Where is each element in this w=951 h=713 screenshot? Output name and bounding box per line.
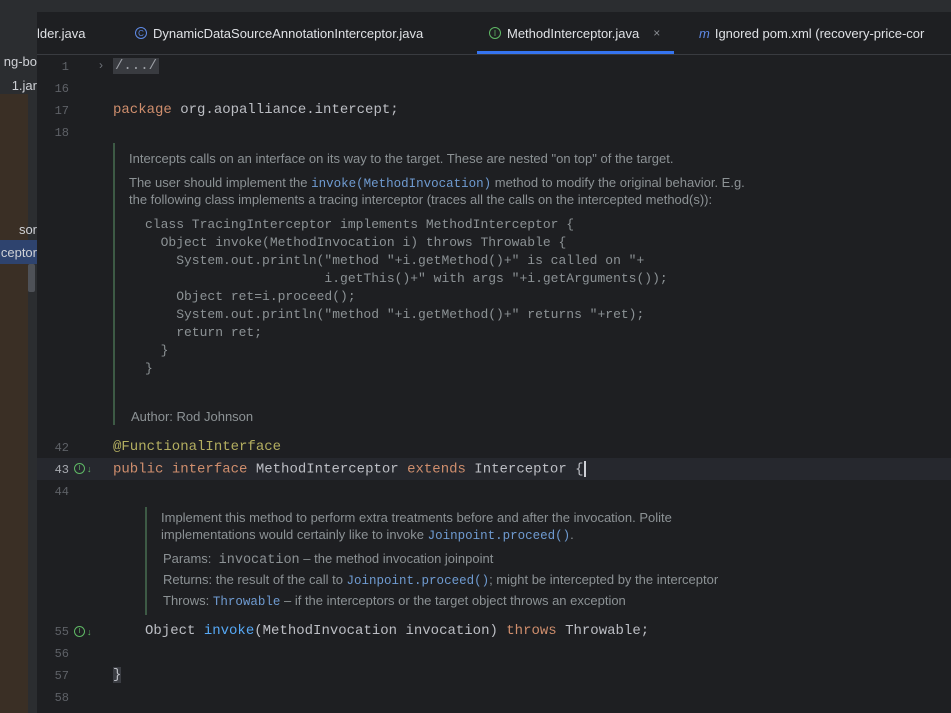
line-number: 1 [61,60,69,74]
doc-params: Params: invocation – the method invocati… [163,551,493,568]
method-params: (MethodInvocation invocation) [254,623,507,639]
interface-icon: I [489,27,501,39]
return-type: Object [145,623,204,639]
tab-label: MethodInterceptor.java [507,25,640,41]
throws-text: – if the interceptors or the target obje… [280,593,626,608]
doc-link[interactable]: Joinpoint.proceed() [347,574,490,588]
annotation-line: @FunctionalInterface [113,439,281,455]
close-brace: } [113,667,122,683]
code-editor[interactable]: /.../ package org.aopalliance.intercept;… [111,55,951,713]
interface-name: MethodInterceptor [247,461,408,478]
tab-dynamic-datasource[interactable]: C DynamicDataSourceAnnotationInterceptor… [135,12,423,54]
interface-declaration: public interface MethodInterceptor exten… [113,461,586,478]
doc-text-part: The user should implement the [129,175,312,190]
implemented-icon[interactable]: I [74,463,85,474]
line-number: 42 [54,441,69,455]
doc-throws: Throws: Throwable – if the interceptors … [163,593,626,609]
line-number: 56 [54,647,69,661]
fold-expand-icon[interactable]: › [99,58,103,72]
tree-item-module[interactable]: ng-bo [4,54,37,69]
throws-keyword: throws [506,623,557,639]
tab-method-interceptor[interactable]: I MethodInterceptor.java × [477,12,675,54]
functional-interface-annotation: @FunctionalInterface [113,439,282,455]
open-brace: { [575,461,584,478]
down-arrow-icon: ↓ [87,627,92,637]
doc-code-example: class TracingInterceptor implements Meth… [145,217,668,376]
maven-icon: m [699,25,710,41]
excluded-folder-highlight [0,94,28,713]
line-number: 58 [54,691,69,705]
doc-text: implementations would certainly like to … [161,527,574,543]
close-icon[interactable]: × [653,26,660,40]
line-number: 17 [54,104,69,118]
text-caret [583,461,586,477]
tree-item-sor[interactable]: sor [19,222,37,237]
folded-imports[interactable]: /.../ [113,58,160,74]
line-number: 18 [54,126,69,140]
editor-tab-bar: lder.java C DynamicDataSourceAnnotationI… [37,12,951,55]
line-number: 57 [54,669,69,683]
returns-label: Returns: [163,572,213,587]
package-line: package org.aopalliance.intercept; [113,102,399,118]
tab-builder[interactable]: lder.java [37,12,85,54]
class-icon: C [135,27,147,39]
tree-item-jar[interactable]: 1.jar [12,78,37,93]
doc-link[interactable]: Throwable [213,595,281,609]
doc-link[interactable]: Joinpoint.proceed() [428,529,571,543]
line-number: 16 [54,82,69,96]
returns-text: ; might be intercepted by the intercepto… [489,572,719,587]
doc-text-part: implementations would certainly like to … [161,527,428,542]
doc-text: Intercepts calls on an interface on its … [129,151,674,166]
line-number: 55 [54,625,69,639]
tab-label: Ignored pom.xml (recovery-price-cor [714,25,925,41]
class-javadoc: Intercepts calls on an interface on its … [113,143,815,425]
doc-text-part: method to modify the original behavior. … [491,175,745,190]
returns-text: the result of the call to [212,572,347,587]
public-keyword: public [113,461,164,478]
implemented-icon[interactable]: I [74,626,85,637]
method-javadoc: Implement this method to perform extra t… [145,507,837,615]
method-name[interactable]: invoke [204,623,254,639]
param-description: – the method invocation joinpoint [299,551,494,566]
tab-label: DynamicDataSourceAnnotationInterceptor.j… [153,25,424,41]
interface-keyword: interface [171,461,248,478]
line-number-gutter[interactable]: 1 › 16 17 18 42 43 I ↓ 44 55 I ↓ 56 57 5… [37,55,111,713]
closing-brace-line: } [113,667,122,683]
doc-text: Implement this method to perform extra t… [161,510,672,525]
extends-keyword: extends [407,461,466,478]
doc-author: Author: Rod Johnson [131,409,254,424]
tree-item-interceptor[interactable]: ceptor [1,245,37,260]
package-name: org.aopalliance.intercept; [171,102,399,118]
line-number: 44 [54,485,69,499]
package-keyword: package [113,102,172,118]
doc-text: The user should implement the invoke(Met… [129,175,745,191]
throws-label: Throws: [163,593,210,608]
project-scrollbar[interactable] [28,264,35,292]
params-label: Params: [163,551,212,566]
doc-text: the following class implements a tracing… [129,192,713,207]
doc-text-part: . [570,527,574,542]
line-number-current: 43 [54,463,69,477]
tab-pom-xml[interactable]: m Ignored pom.xml (recovery-price-cor [699,12,924,54]
doc-returns: Returns: the result of the call to Joinp… [163,572,718,588]
doc-link[interactable]: invoke(MethodInvocation) [311,177,491,191]
throws-type: Throwable; [556,623,650,639]
project-panel[interactable]: ng-bo 1.jar sor ceptor [0,12,37,713]
down-arrow-icon: ↓ [87,464,92,474]
tab-label: lder.java [37,25,86,41]
super-interface-name: Interceptor [465,461,576,478]
param-name: invocation [218,553,300,568]
fold-placeholder[interactable]: /.../ [113,58,160,74]
method-declaration: Object invoke(MethodInvocation invocatio… [145,623,649,639]
